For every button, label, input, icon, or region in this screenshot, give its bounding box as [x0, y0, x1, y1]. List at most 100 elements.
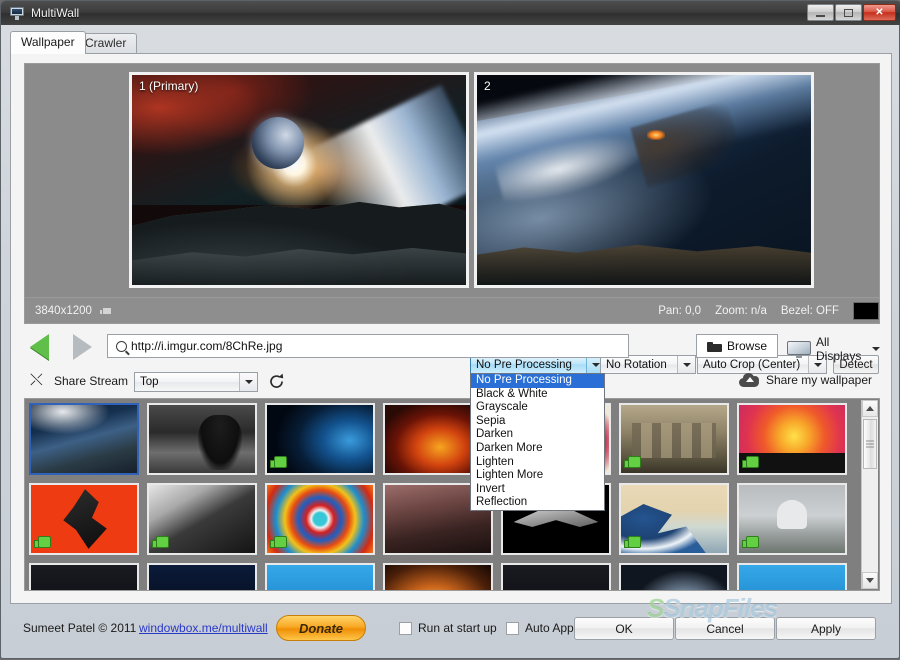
- wallpaper-thumbnail[interactable]: [147, 483, 257, 555]
- monitor-2-label: 2: [484, 79, 491, 93]
- thumbs-up-badge-icon: [624, 454, 641, 470]
- copyright-label: Sumeet Patel © 2011: [23, 621, 137, 635]
- monitor-preview-2[interactable]: 2: [474, 72, 814, 288]
- wallpaper-thumbnail[interactable]: [265, 483, 375, 555]
- wallpaper-thumbnail[interactable]: [265, 403, 375, 475]
- search-icon: [116, 340, 127, 352]
- dropdown-option[interactable]: Sepia: [471, 415, 604, 429]
- wallpaper-thumbnail[interactable]: [737, 403, 847, 475]
- thumbs-up-badge-icon: [624, 534, 641, 550]
- thumbs-up-badge-icon: [742, 454, 759, 470]
- wallpaper-thumbnail[interactable]: [383, 563, 493, 590]
- wallpaper-thumbnail[interactable]: [501, 563, 611, 590]
- auto-apply-checkbox[interactable]: Auto Apply: [506, 621, 582, 635]
- thumbs-up-badge-icon: [34, 534, 51, 550]
- watermark-text: SnapFiles: [663, 593, 778, 623]
- window-controls: ✕: [806, 4, 896, 21]
- back-arrow-icon[interactable]: [30, 334, 49, 360]
- monitor-2-image: [477, 75, 811, 285]
- thumbs-up-badge-icon: [270, 454, 287, 470]
- gallery-scrollbar[interactable]: [861, 400, 878, 589]
- url-input[interactable]: http://i.imgur.com/8ChRe.jpg: [107, 334, 629, 358]
- close-button[interactable]: ✕: [863, 4, 896, 21]
- wallpaper-thumbnail[interactable]: [147, 563, 257, 590]
- bezel-label: Bezel: OFF: [780, 304, 839, 317]
- monitor-preview-area[interactable]: 1 (Primary) 2: [24, 63, 880, 298]
- run-at-startup-checkbox[interactable]: Run at start up: [399, 621, 497, 635]
- thumbs-up-badge-icon: [152, 534, 169, 550]
- share-stream-label: Share Stream: [54, 374, 129, 388]
- checkbox-box[interactable]: [399, 621, 412, 635]
- gallery-row: [29, 483, 859, 555]
- wallpaper-thumbnail[interactable]: [619, 563, 729, 590]
- wallpaper-gallery[interactable]: [24, 398, 880, 591]
- monitor-1-label: 1 (Primary): [139, 79, 199, 93]
- apply-button[interactable]: Apply: [776, 617, 876, 640]
- chevron-down-icon[interactable]: [239, 373, 257, 391]
- wallpaper-thumbnail[interactable]: [29, 483, 139, 555]
- donate-button[interactable]: Donate: [276, 615, 366, 641]
- wallpaper-thumbnail[interactable]: [737, 483, 847, 555]
- shuffle-icon[interactable]: ⤬: [30, 373, 48, 389]
- app-monitor-icon: [10, 6, 24, 20]
- website-link[interactable]: windowbox.me/multiwall: [139, 621, 268, 635]
- gallery-row: [29, 563, 859, 590]
- gallery-grid: [29, 403, 859, 590]
- dropdown-option[interactable]: Darken More: [471, 442, 604, 456]
- run-at-startup-label: Run at start up: [418, 621, 497, 635]
- wallpaper-thumbnail[interactable]: [737, 563, 847, 590]
- title-bar: MultiWall ✕: [1, 1, 900, 25]
- forward-arrow-icon[interactable]: [73, 334, 92, 360]
- wallpaper-panel: 1 (Primary) 2 3840x1200 Pan: 0,0 Zoom: n…: [10, 53, 892, 604]
- dropdown-option[interactable]: No Pre Processing: [471, 374, 604, 388]
- url-value: http://i.imgur.com/8ChRe.jpg: [131, 339, 283, 353]
- share-my-wallpaper-label: Share my wallpaper: [765, 373, 872, 387]
- browse-label: Browse: [726, 339, 767, 353]
- thumbs-up-icon[interactable]: [98, 305, 112, 317]
- monitor-icon: [787, 340, 811, 358]
- browse-button[interactable]: Browse: [696, 334, 778, 358]
- checkbox-box[interactable]: [506, 621, 519, 635]
- window-title: MultiWall: [31, 6, 80, 20]
- dropdown-option[interactable]: Lighten: [471, 456, 604, 470]
- wallpaper-thumbnail[interactable]: [619, 403, 729, 475]
- cloud-upload-icon: [738, 373, 759, 387]
- scroll-down-button[interactable]: [862, 572, 878, 589]
- thumbs-up-badge-icon: [742, 534, 759, 550]
- gallery-row: [29, 403, 859, 475]
- chevron-down-icon[interactable]: [872, 347, 880, 351]
- restore-button[interactable]: [835, 4, 862, 21]
- tab-wallpaper[interactable]: Wallpaper: [10, 31, 86, 54]
- dropdown-option[interactable]: Black & White: [471, 388, 604, 402]
- dropdown-option[interactable]: Grayscale: [471, 401, 604, 415]
- monitor-preview-1[interactable]: 1 (Primary): [129, 72, 469, 288]
- dropdown-option[interactable]: Darken: [471, 428, 604, 442]
- wallpaper-thumbnail[interactable]: [29, 563, 139, 590]
- share-stream-row: ⤬ Share Stream Top Share my wallpaper: [24, 367, 880, 397]
- wallpaper-thumbnail[interactable]: [619, 483, 729, 555]
- url-bar-row: http://i.imgur.com/8ChRe.jpg Browse All …: [24, 331, 880, 365]
- wallpaper-thumbnail[interactable]: [29, 403, 139, 475]
- stream-sort-combo[interactable]: Top: [134, 372, 258, 392]
- snapfiles-watermark: SSnapFiles: [647, 593, 778, 624]
- wallpaper-thumbnail[interactable]: [147, 403, 257, 475]
- all-displays-selector[interactable]: All Displays: [787, 335, 880, 363]
- tab-strip: Wallpaper Crawler: [10, 31, 892, 54]
- stream-sort-value: Top: [140, 376, 159, 388]
- monitor-1-image: [132, 75, 466, 285]
- dropdown-option[interactable]: Lighten More: [471, 469, 604, 483]
- wallpaper-thumbnail[interactable]: [265, 563, 375, 590]
- background-color-swatch[interactable]: [853, 301, 879, 320]
- resolution-label: 3840x1200: [35, 304, 92, 317]
- preprocess-dropdown-list[interactable]: No Pre Processing Black & White Grayscale S…: [470, 373, 605, 511]
- share-my-wallpaper-button[interactable]: Share my wallpaper: [738, 373, 872, 387]
- pan-label: Pan: 0,0: [658, 304, 702, 317]
- dropdown-option[interactable]: Reflection: [471, 496, 604, 510]
- refresh-icon[interactable]: [267, 372, 286, 391]
- dropdown-option[interactable]: Invert: [471, 483, 604, 497]
- info-bar: 3840x1200 Pan: 0,0 Zoom: n/a Bezel: OFF: [24, 298, 880, 324]
- scrollbar-thumb[interactable]: [863, 419, 877, 469]
- all-displays-label: All Displays: [816, 335, 862, 363]
- minimize-button[interactable]: [807, 4, 834, 21]
- scroll-up-button[interactable]: [862, 400, 878, 417]
